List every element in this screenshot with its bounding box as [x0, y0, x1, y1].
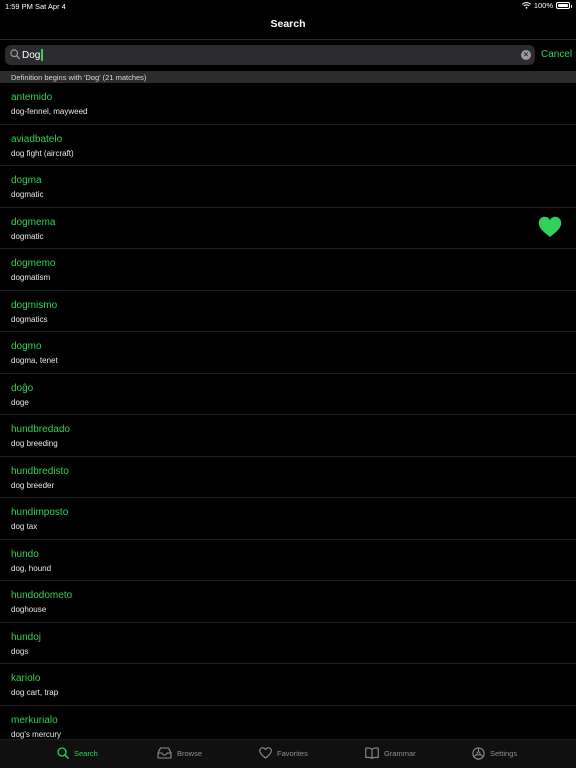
- entry-term: hundimposto: [11, 507, 69, 518]
- entry-definition: dog, hound: [11, 563, 52, 573]
- battery-level: [558, 4, 568, 7]
- heart-icon: [259, 747, 272, 759]
- entry-definition: dog tax: [11, 522, 38, 531]
- status-right: 100%: [521, 1, 572, 10]
- tab-search[interactable]: Search: [57, 747, 98, 759]
- section-header: Definition begins with 'Dog' (21 matches…: [0, 71, 576, 83]
- status-bar: 1:59 PM Sat Apr 4 100%: [0, 0, 576, 12]
- entry-term: dogma: [11, 175, 42, 186]
- entry-term: hundbredisto: [11, 465, 69, 477]
- results-list[interactable]: antemido dog-fennel, mayweed aviadbatelo do…: [0, 83, 576, 739]
- wifi-icon: [521, 2, 531, 9]
- entry-definition: dog cart, trap: [11, 688, 59, 697]
- entry-definition: dogmatics: [11, 314, 48, 324]
- entry-term: antemido: [11, 92, 53, 103]
- list-item[interactable]: dogma dogmatic: [0, 166, 576, 208]
- entry-definition: dog breeder: [11, 480, 55, 490]
- list-item[interactable]: dogmo dogma, tenet: [0, 332, 576, 374]
- gear-icon: [472, 747, 485, 760]
- entry-definition: dog-fennel, mayweed: [11, 107, 88, 116]
- entry-term: doĝo: [11, 382, 34, 394]
- entry-definition: dogmatic: [11, 231, 44, 241]
- search-icon: [57, 747, 69, 759]
- tab-settings[interactable]: Settings: [472, 747, 517, 760]
- tab-label: Browse: [177, 748, 203, 758]
- entry-definition: dogs: [11, 646, 29, 656]
- tab-grammar[interactable]: Grammar: [365, 747, 416, 759]
- list-item[interactable]: kariolo dog cart, trap: [0, 664, 576, 706]
- status-time: 1:59 PM: [5, 2, 33, 11]
- entry-definition: dogmatism: [11, 273, 51, 282]
- list-item[interactable]: hundo dog, hound: [0, 540, 576, 581]
- search-icon: [10, 49, 20, 60]
- tab-label: Settings: [490, 749, 518, 758]
- entry-term: merkurialo: [11, 714, 58, 726]
- list-item[interactable]: doĝo doge: [0, 374, 576, 415]
- list-item[interactable]: dogmismo dogmatics: [0, 291, 576, 332]
- entry-term: dogmemo: [11, 258, 56, 269]
- tab-label: Grammar: [384, 748, 416, 758]
- page-title: Search: [270, 18, 306, 30]
- tab-favorites[interactable]: Favorites: [259, 747, 308, 759]
- tab-label: Favorites: [277, 748, 308, 758]
- entry-term: hundbredado: [11, 424, 70, 435]
- status-date: Sat Apr 4: [35, 2, 66, 11]
- list-item[interactable]: hundoj dogs: [0, 623, 576, 664]
- list-item[interactable]: hundbredado dog breeding: [0, 415, 576, 457]
- search-query-text: Dog: [22, 49, 41, 61]
- cancel-button[interactable]: Cancel: [541, 49, 572, 60]
- tab-label: Search: [74, 748, 98, 758]
- tab-browse[interactable]: Browse: [157, 747, 202, 759]
- battery-icon: [556, 2, 572, 9]
- entry-term: dogmo: [11, 341, 42, 352]
- entry-definition: doghouse: [11, 605, 47, 614]
- list-item[interactable]: hundimposto dog tax: [0, 498, 576, 540]
- favorite-heart-icon[interactable]: [538, 216, 562, 238]
- tab-bar: Search Browse Favorites Grammar Settings: [0, 739, 576, 768]
- entry-term: kariolo: [11, 673, 41, 684]
- entry-term: aviadbatelo: [11, 133, 63, 145]
- book-icon: [365, 747, 379, 759]
- text-caret: [41, 49, 43, 61]
- entry-definition: dogma, tenet: [11, 356, 58, 365]
- entry-term: hundodometo: [11, 590, 73, 601]
- entry-definition: dogmatic: [11, 190, 44, 199]
- list-item[interactable]: merkurialo dog's mercury: [0, 706, 576, 740]
- entry-term: hundo: [11, 548, 39, 560]
- list-item[interactable]: dogmemo dogmatism: [0, 249, 576, 291]
- inbox-icon: [157, 747, 172, 759]
- search-input[interactable]: Dog ×: [5, 45, 535, 65]
- list-item[interactable]: aviadbatelo dog fight (aircraft): [0, 125, 576, 166]
- entry-definition: doge: [11, 397, 29, 407]
- entry-definition: dog breeding: [11, 439, 58, 448]
- list-item[interactable]: hundbredisto dog breeder: [0, 457, 576, 498]
- section-header-label: Definition begins with 'Dog' (21 matches…: [11, 72, 147, 82]
- entry-term: dogmema: [11, 216, 56, 228]
- list-item[interactable]: hundodometo doghouse: [0, 581, 576, 623]
- nav-divider: [0, 39, 576, 40]
- search-query[interactable]: Dog: [22, 49, 43, 61]
- entry-definition: dog's mercury: [11, 729, 61, 739]
- entry-definition: dog fight (aircraft): [11, 148, 74, 158]
- entry-term: hundoj: [11, 631, 42, 643]
- list-item[interactable]: dogmema dogmatic: [0, 208, 576, 249]
- battery-percent: 100%: [533, 1, 553, 10]
- list-item[interactable]: antemido dog-fennel, mayweed: [0, 83, 576, 125]
- entry-term: dogmismo: [11, 299, 58, 311]
- clear-icon[interactable]: ×: [521, 50, 531, 60]
